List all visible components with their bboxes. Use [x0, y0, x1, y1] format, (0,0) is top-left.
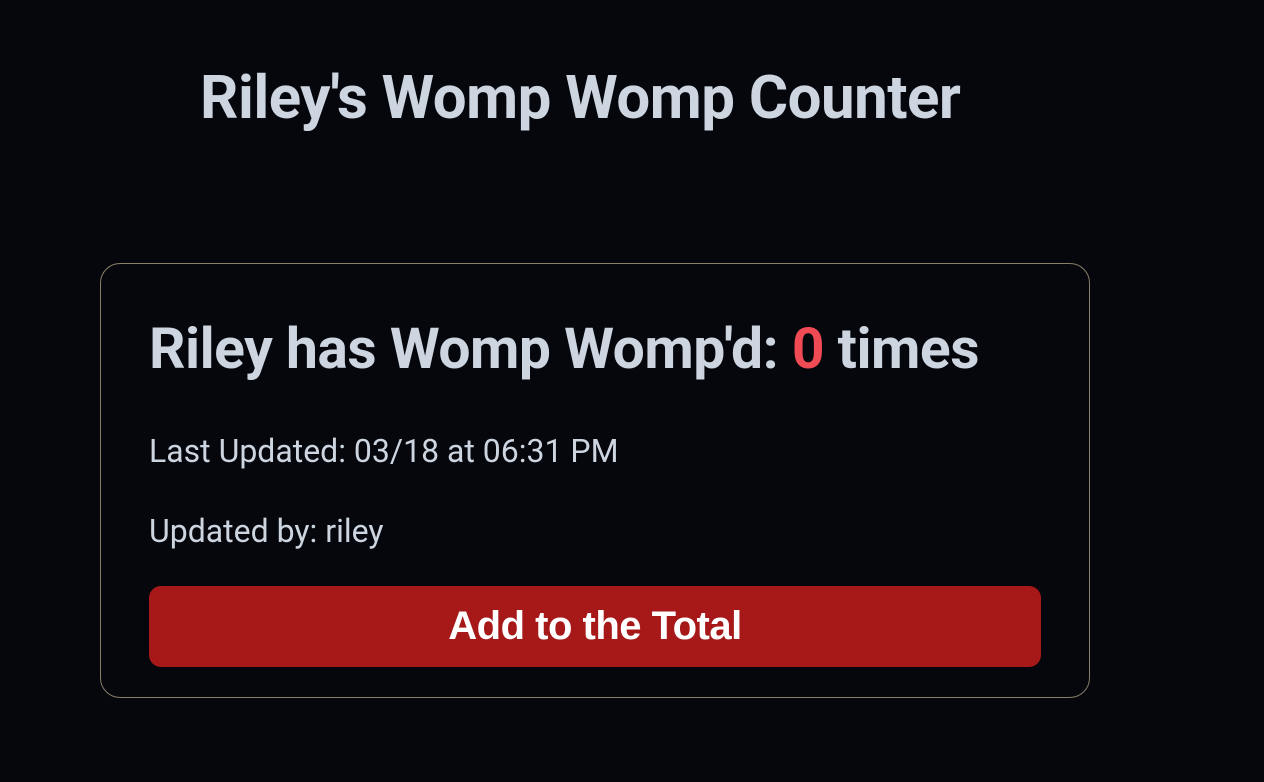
- count-suffix: times: [824, 315, 979, 382]
- count-prefix: Riley has Womp Womp'd:: [149, 315, 792, 382]
- counter-card: Riley has Womp Womp'd: 0 times Last Upda…: [100, 263, 1090, 698]
- count-value: 0: [792, 315, 824, 382]
- updated-by-line: Updated by: riley: [149, 512, 1041, 550]
- last-updated-label: Last Updated:: [149, 432, 354, 470]
- page-title: Riley's Womp Womp Counter: [200, 62, 1264, 133]
- updated-by-label: Updated by:: [149, 512, 325, 550]
- last-updated-line: Last Updated: 03/18 at 06:31 PM: [149, 432, 1041, 470]
- add-to-total-button[interactable]: Add to the Total: [149, 586, 1041, 667]
- count-heading: Riley has Womp Womp'd: 0 times: [149, 314, 1041, 384]
- last-updated-value: 03/18 at 06:31 PM: [354, 432, 619, 470]
- updated-by-value: riley: [325, 512, 383, 550]
